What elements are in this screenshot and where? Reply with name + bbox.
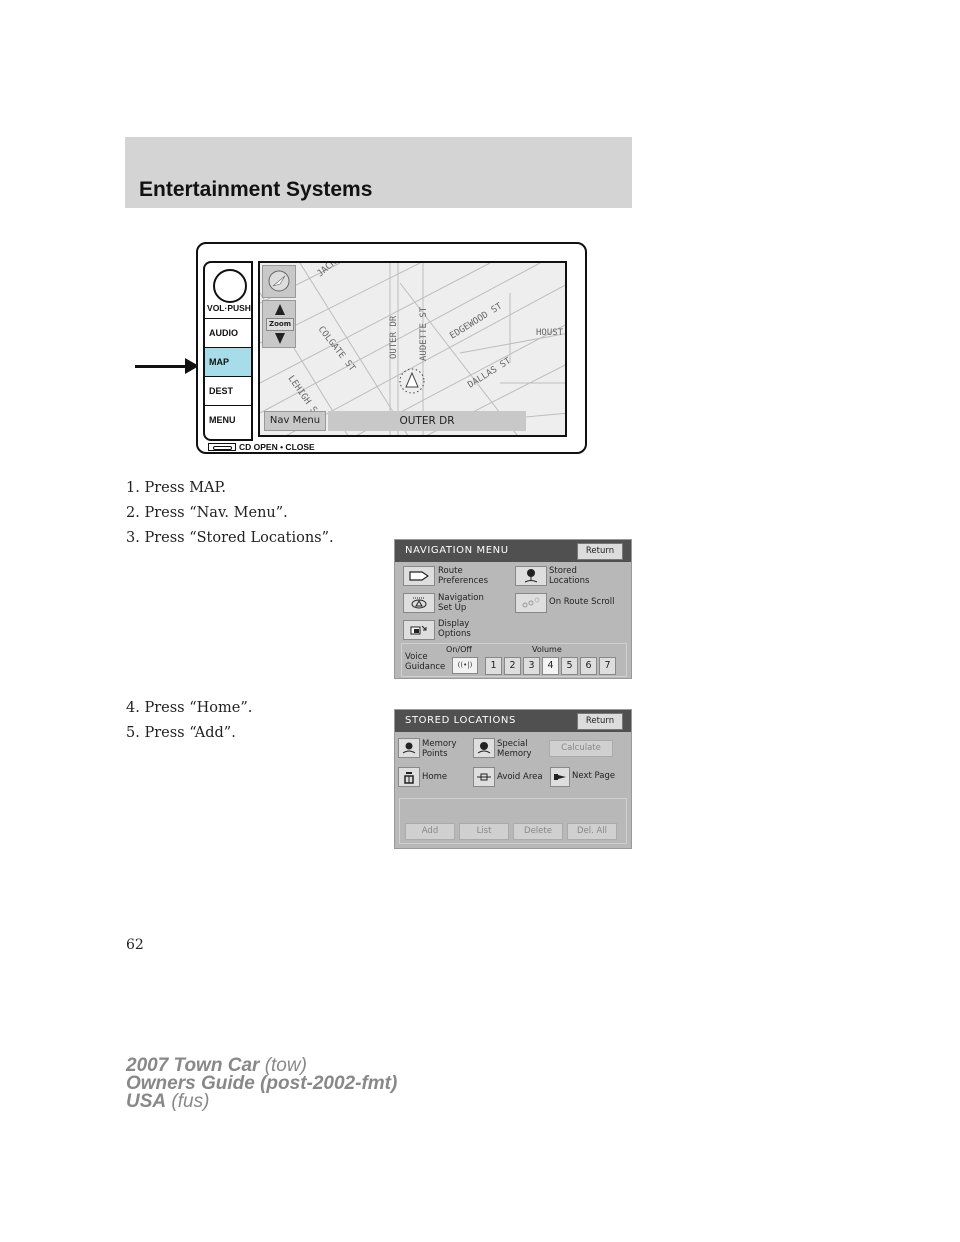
special-memory-button[interactable] <box>473 738 495 758</box>
avoid-area-label: Avoid Area <box>497 772 543 782</box>
map-label: AUDETTE ST <box>419 306 429 361</box>
avoid-area-button[interactable] <box>473 767 495 787</box>
return-button[interactable]: Return <box>577 543 623 560</box>
route-preferences-button[interactable] <box>403 566 435 586</box>
memory-points-label: Memory Points <box>422 739 457 759</box>
voice-toggle-button[interactable]: ((•|) <box>452 657 478 674</box>
next-page-button[interactable] <box>550 767 570 787</box>
map-button[interactable]: MAP <box>205 347 251 376</box>
special-memory-icon <box>477 742 491 754</box>
vehicle-position-icon <box>405 371 419 388</box>
audio-button[interactable]: AUDIO <box>205 318 251 347</box>
home-label: Home <box>422 772 448 782</box>
map-label: OUTER DR <box>389 315 399 359</box>
speaker-icon: ((•|) <box>457 661 473 669</box>
volume-5-button[interactable]: 5 <box>561 657 578 675</box>
nav-menu-button[interactable]: Nav Menu <box>264 411 326 431</box>
route-icon <box>409 571 429 581</box>
map-label: COLGATE ST <box>316 325 358 374</box>
volume-4-button[interactable]: 4 <box>542 657 559 675</box>
step-4: 4. Press “Home”. <box>126 700 253 716</box>
pointer-arrow-icon <box>135 358 199 374</box>
navigation-menu-screen: NAVIGATION MENU Return Route Preferences … <box>394 539 632 679</box>
return-button[interactable]: Return <box>577 713 623 730</box>
steps-list-b: 4. Press “Home”. 5. Press “Add”. <box>126 696 252 746</box>
head-unit-side-panel: VOL·PUSH AUDIO MAP DEST MENU <box>203 261 253 441</box>
section-header: Entertainment Systems <box>125 137 632 208</box>
memory-points-button[interactable] <box>398 738 420 758</box>
stored-locations-label: Stored Locations <box>549 566 590 586</box>
zoom-in-icon[interactable] <box>275 304 285 315</box>
on-off-label: On/Off <box>446 645 472 654</box>
on-route-scroll-label: On Route Scroll <box>549 597 615 607</box>
stored-locations-screen: STORED LOCATIONS Return Memory Points Spe… <box>394 709 632 849</box>
step-2: 2. Press “Nav. Menu”. <box>126 505 288 521</box>
map-label: JACK <box>316 263 339 279</box>
zoom-control: Zoom <box>262 300 296 348</box>
special-memory-label: Special Memory <box>497 739 532 759</box>
calculate-button[interactable]: Calculate <box>549 740 613 757</box>
dest-button[interactable]: DEST <box>205 376 251 405</box>
home-icon <box>404 772 414 784</box>
route-preferences-label: Route Preferences <box>438 566 488 586</box>
next-page-icon <box>554 774 566 780</box>
compass-icon <box>268 270 290 292</box>
footer-market: USA <box>126 1091 167 1112</box>
step-3: 3. Press “Stored Locations”. <box>126 530 334 546</box>
step-5: 5. Press “Add”. <box>126 725 236 741</box>
voice-guidance-label: Voice Guidance <box>405 652 446 672</box>
delete-button[interactable]: Delete <box>513 823 563 840</box>
pin-icon <box>524 569 538 583</box>
volume-3-button[interactable]: 3 <box>523 657 540 675</box>
setup-icon <box>411 597 427 609</box>
list-button[interactable]: List <box>459 823 509 840</box>
display-options-button[interactable] <box>403 620 435 640</box>
stored-locations-button[interactable] <box>515 566 547 586</box>
volume-7-button[interactable]: 7 <box>599 657 616 675</box>
navigation-setup-button[interactable] <box>403 593 435 613</box>
delete-all-button[interactable]: Del. All <box>567 823 617 840</box>
steps-list-a: 1. Press MAP. 2. Press “Nav. Menu”. 3. P… <box>126 476 334 551</box>
display-icon <box>410 625 427 635</box>
volume-knob-label: VOL·PUSH <box>207 303 251 313</box>
add-button[interactable]: Add <box>405 823 455 840</box>
current-street-bar: OUTER DR <box>328 411 526 431</box>
panel-title: STORED LOCATIONS <box>405 715 516 726</box>
home-button[interactable] <box>398 767 420 787</box>
volume-label: Volume <box>532 645 562 654</box>
page-number: 62 <box>126 937 144 953</box>
on-route-scroll-button[interactable] <box>515 593 547 613</box>
navigation-setup-label: Navigation Set Up <box>438 593 484 613</box>
footer-market-code: (fus) <box>171 1091 210 1112</box>
panel-header: NAVIGATION MENU Return <box>395 540 631 562</box>
panel-header: STORED LOCATIONS Return <box>395 710 631 732</box>
volume-1-button[interactable]: 1 <box>485 657 502 675</box>
avoid-area-icon <box>477 773 491 781</box>
cd-slot-icon <box>208 443 236 451</box>
volume-knob[interactable] <box>213 269 247 303</box>
voice-guidance-group: Voice Guidance On/Off Volume ((•|) 1 2 3 … <box>401 643 627 677</box>
display-options-label: Display Options <box>438 619 471 639</box>
volume-2-button[interactable]: 2 <box>504 657 521 675</box>
compass-button[interactable] <box>262 265 296 298</box>
head-unit-illustration: VOL·PUSH AUDIO MAP DEST MENU JACK COLGAT… <box>196 242 587 454</box>
step-1: 1. Press MAP. <box>126 480 226 496</box>
next-page-label: Next Page <box>572 771 616 781</box>
zoom-label: Zoom <box>266 318 294 331</box>
footer: 2007 Town Car (tow) Owners Guide (post-2… <box>126 1056 397 1112</box>
memory-points-icon <box>402 742 416 754</box>
map-screen: JACK COLGATE ST LEHIGH S OUTER DR AUDETT… <box>258 261 567 437</box>
section-title: Entertainment Systems <box>139 178 373 201</box>
volume-6-button[interactable]: 6 <box>580 657 597 675</box>
map-label: HOUST <box>536 328 564 338</box>
scroll-icon <box>522 597 540 608</box>
cd-label: CD OPEN • CLOSE <box>239 442 315 452</box>
panel-title: NAVIGATION MENU <box>405 545 509 556</box>
cd-open-close-button[interactable]: CD OPEN • CLOSE <box>208 442 315 452</box>
menu-button[interactable]: MENU <box>205 405 251 434</box>
zoom-out-icon[interactable] <box>275 333 285 344</box>
